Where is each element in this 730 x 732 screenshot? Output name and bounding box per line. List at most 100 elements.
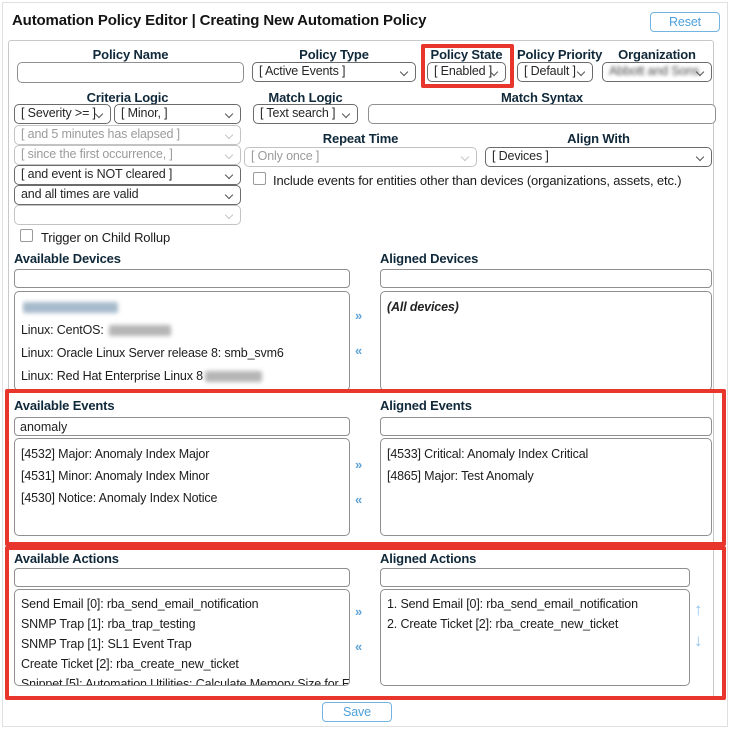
criteria-severity-operator-select[interactable]: [ Severity >= ] bbox=[14, 104, 111, 124]
policy-priority-value: [ Default ] bbox=[524, 64, 576, 78]
list-item[interactable]: 2. Create Ticket [2]: rba_create_new_tic… bbox=[387, 614, 689, 634]
chevron-down-icon bbox=[225, 151, 233, 159]
policy-state-select[interactable]: [ Enabled ] bbox=[427, 62, 506, 82]
criteria-occurrence-select: [ since the first occurrence, ] bbox=[14, 145, 241, 165]
policy-name-input[interactable] bbox=[17, 62, 244, 83]
chevron-down-icon bbox=[577, 68, 585, 76]
move-left-icon[interactable]: « bbox=[355, 343, 362, 358]
trigger-child-rollup-checkbox-label: Trigger on Child Rollup bbox=[41, 230, 170, 245]
available-devices-list[interactable]: Linux: CentOS: Linux: Oracle Linux Serve… bbox=[14, 291, 350, 391]
list-item[interactable]: 1. Send Email [0]: rba_send_email_notifi… bbox=[387, 594, 689, 614]
chevron-down-icon bbox=[400, 68, 408, 76]
available-actions-search-input[interactable] bbox=[14, 568, 350, 587]
aligned-actions-search-input[interactable] bbox=[380, 568, 690, 587]
chevron-down-icon bbox=[461, 153, 469, 161]
repeat-time-value: [ Only once ] bbox=[251, 149, 319, 163]
criteria-elapsed-value: [ and 5 minutes has elapsed ] bbox=[21, 127, 180, 141]
move-down-icon[interactable]: ↓ bbox=[694, 632, 702, 649]
criteria-logic-label: Criteria Logic bbox=[14, 90, 241, 105]
policy-type-select[interactable]: [ Active Events ] bbox=[252, 62, 416, 82]
move-right-icon[interactable]: » bbox=[355, 308, 362, 323]
available-actions-label: Available Actions bbox=[14, 551, 119, 566]
chevron-down-icon bbox=[225, 110, 233, 118]
criteria-times-valid-value: and all times are valid bbox=[21, 187, 138, 201]
policy-state-label: Policy State bbox=[427, 47, 506, 62]
policy-state-value: [ Enabled ] bbox=[434, 64, 492, 78]
repeat-time-select: [ Only once ] bbox=[244, 147, 477, 167]
align-with-label: Align With bbox=[485, 131, 712, 146]
aligned-devices-list[interactable]: (All devices) bbox=[380, 291, 712, 391]
save-button[interactable]: Save bbox=[322, 702, 392, 722]
move-left-icon[interactable]: « bbox=[355, 492, 362, 507]
criteria-extra-select bbox=[14, 205, 241, 225]
match-logic-label: Match Logic bbox=[253, 90, 358, 105]
list-item[interactable] bbox=[21, 296, 349, 319]
list-item[interactable]: Linux: CentOS: bbox=[21, 319, 349, 342]
list-item[interactable]: [4530] Notice: Anomaly Index Notice bbox=[21, 487, 349, 509]
criteria-severity-operator-value: [ Severity >= ] bbox=[21, 106, 96, 120]
chevron-down-icon bbox=[225, 191, 233, 199]
criteria-severity-value-select[interactable]: [ Minor, ] bbox=[114, 104, 241, 124]
move-left-icon[interactable]: « bbox=[355, 639, 362, 654]
list-item[interactable]: SNMP Trap [1]: SL1 Event Trap bbox=[21, 634, 349, 654]
list-item[interactable]: Send Email [0]: rba_send_email_notificat… bbox=[21, 594, 349, 614]
aligned-devices-label: Aligned Devices bbox=[380, 251, 478, 266]
criteria-cleared-select[interactable]: [ and event is NOT cleared ] bbox=[14, 165, 241, 185]
match-syntax-input[interactable] bbox=[368, 104, 716, 124]
aligned-events-search-input[interactable] bbox=[380, 417, 712, 436]
automation-policy-editor-window: Automation Policy Editor | Creating New … bbox=[0, 0, 730, 732]
chevron-down-icon bbox=[225, 211, 233, 219]
available-events-list[interactable]: [4532] Major: Anomaly Index Major [4531]… bbox=[14, 438, 350, 536]
list-item[interactable]: Create Ticket [2]: rba_create_new_ticket bbox=[21, 654, 349, 674]
trigger-child-rollup-checkbox[interactable] bbox=[20, 229, 33, 242]
aligned-actions-list[interactable]: 1. Send Email [0]: rba_send_email_notifi… bbox=[380, 589, 690, 686]
organization-label: Organization bbox=[602, 47, 712, 62]
list-item[interactable]: [4532] Major: Anomaly Index Major bbox=[21, 443, 349, 465]
criteria-times-valid-select[interactable]: and all times are valid bbox=[14, 185, 241, 205]
available-actions-list[interactable]: Send Email [0]: rba_send_email_notificat… bbox=[14, 589, 350, 686]
list-item[interactable]: Snippet [5]: Automation Utilities: Calcu… bbox=[21, 674, 349, 686]
policy-priority-select[interactable]: [ Default ] bbox=[517, 62, 593, 82]
align-with-value: [ Devices ] bbox=[492, 149, 549, 163]
criteria-elapsed-select: [ and 5 minutes has elapsed ] bbox=[14, 125, 241, 145]
repeat-time-label: Repeat Time bbox=[244, 131, 477, 146]
list-item[interactable]: (All devices) bbox=[387, 296, 711, 319]
match-logic-value: [ Text search ] bbox=[260, 106, 335, 120]
organization-select[interactable]: Abbott and Sons bbox=[602, 62, 712, 82]
move-right-icon[interactable]: » bbox=[355, 604, 362, 619]
include-entities-checkbox[interactable] bbox=[253, 172, 266, 185]
chevron-down-icon bbox=[95, 110, 103, 118]
list-item[interactable]: [4865] Major: Test Anomaly bbox=[387, 465, 711, 487]
aligned-events-list[interactable]: [4533] Critical: Anomaly Index Critical … bbox=[380, 438, 712, 536]
policy-name-label: Policy Name bbox=[17, 47, 244, 62]
page-title: Automation Policy Editor | Creating New … bbox=[12, 12, 426, 29]
align-with-select[interactable]: [ Devices ] bbox=[485, 147, 712, 167]
match-logic-select[interactable]: [ Text search ] bbox=[253, 104, 358, 124]
available-events-label: Available Events bbox=[14, 398, 114, 413]
redacted-text bbox=[109, 325, 171, 336]
move-right-icon[interactable]: » bbox=[355, 457, 362, 472]
aligned-events-label: Aligned Events bbox=[380, 398, 472, 413]
criteria-severity-value: [ Minor, ] bbox=[121, 106, 167, 120]
chevron-down-icon bbox=[225, 171, 233, 179]
aligned-devices-search-input[interactable] bbox=[380, 269, 712, 288]
list-item[interactable]: [4533] Critical: Anomaly Index Critical bbox=[387, 443, 711, 465]
available-devices-label: Available Devices bbox=[14, 251, 121, 266]
organization-value-redacted: Abbott and Sons bbox=[609, 64, 699, 78]
include-entities-checkbox-label: Include events for entities other than d… bbox=[273, 173, 681, 188]
policy-type-label: Policy Type bbox=[252, 47, 416, 62]
move-up-icon[interactable]: ↑ bbox=[694, 601, 702, 618]
list-item[interactable]: [4531] Minor: Anomaly Index Minor bbox=[21, 465, 349, 487]
list-item[interactable]: Linux: Red Hat Enterprise Linux 8 bbox=[21, 365, 349, 388]
available-devices-search-input[interactable] bbox=[14, 269, 350, 288]
match-syntax-label: Match Syntax bbox=[368, 90, 716, 105]
list-item[interactable] bbox=[21, 388, 349, 391]
criteria-occurrence-value: [ since the first occurrence, ] bbox=[21, 147, 173, 161]
list-item[interactable]: SNMP Trap [1]: rba_trap_testing bbox=[21, 614, 349, 634]
list-item[interactable]: Linux: Oracle Linux Server release 8: sm… bbox=[21, 342, 349, 365]
reset-button[interactable]: Reset bbox=[650, 12, 720, 32]
policy-priority-label: Policy Priority bbox=[517, 47, 593, 62]
available-events-search-input[interactable] bbox=[14, 417, 350, 436]
chevron-down-icon bbox=[225, 131, 233, 139]
redacted-text bbox=[205, 371, 262, 382]
